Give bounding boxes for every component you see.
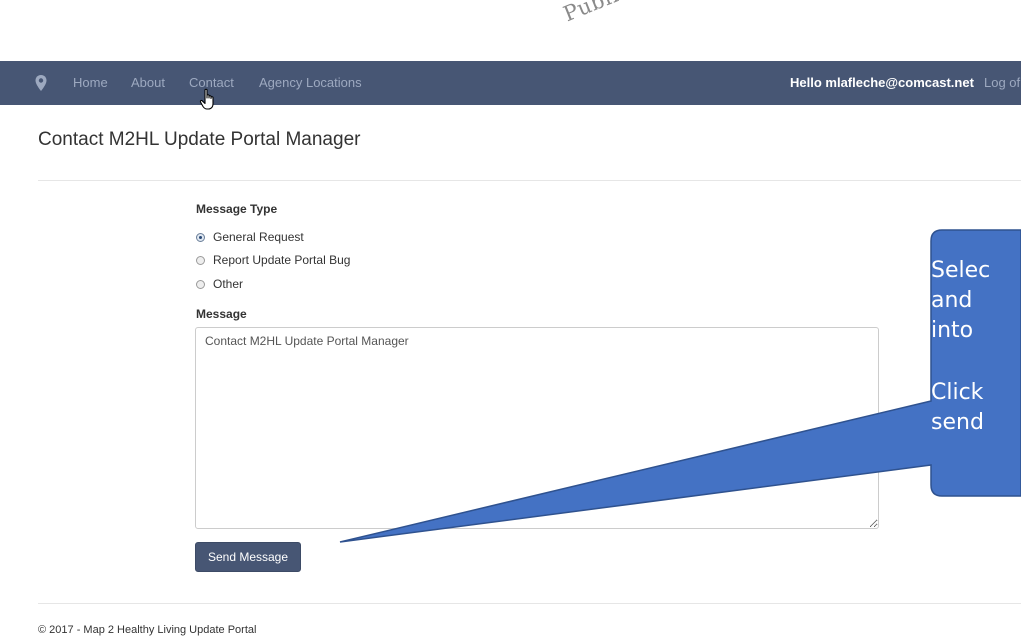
radio-label: Report Update Portal Bug (213, 253, 351, 267)
log-off-link[interactable]: Log of (984, 75, 1020, 90)
radio-general-request[interactable]: General Request (196, 229, 304, 245)
footer-copyright: © 2017 - Map 2 Healthy Living Update Por… (38, 624, 257, 636)
radio-label: General Request (213, 230, 304, 244)
footer-divider (38, 603, 1021, 604)
radio-button[interactable] (196, 255, 205, 265)
callout-line: and (931, 288, 973, 313)
callout-line: Click (931, 380, 984, 405)
callout-text: Selec and into Click send (931, 256, 1021, 496)
callout-line: send (931, 410, 984, 435)
radio-other[interactable]: Other (196, 276, 243, 292)
radio-button[interactable] (196, 279, 205, 289)
callout-line: into (931, 318, 974, 343)
nav-agency-locations-link[interactable]: Agency Locations (259, 75, 362, 90)
map-marker-icon[interactable] (33, 74, 49, 92)
radio-button-checked[interactable] (196, 232, 205, 242)
public-watermark: Public (560, 0, 634, 27)
nav-about-link[interactable]: About (131, 75, 165, 90)
callout-line: Selec (931, 258, 991, 283)
radio-report-bug[interactable]: Report Update Portal Bug (196, 252, 350, 268)
hand-cursor-icon (199, 88, 214, 110)
radio-label: Other (213, 277, 244, 291)
message-textarea[interactable]: Contact M2HL Update Portal Manager (195, 327, 879, 529)
nav-home-link[interactable]: Home (73, 75, 108, 90)
message-label: Message (196, 307, 247, 321)
top-navbar: Home About Contact Agency Locations Hell… (0, 61, 1021, 105)
user-greeting[interactable]: Hello mlafleche@comcast.net (790, 75, 974, 90)
message-type-label: Message Type (196, 202, 278, 216)
send-message-button[interactable]: Send Message (195, 542, 301, 572)
page-title: Contact M2HL Update Portal Manager (38, 129, 361, 150)
title-divider (38, 180, 1021, 181)
